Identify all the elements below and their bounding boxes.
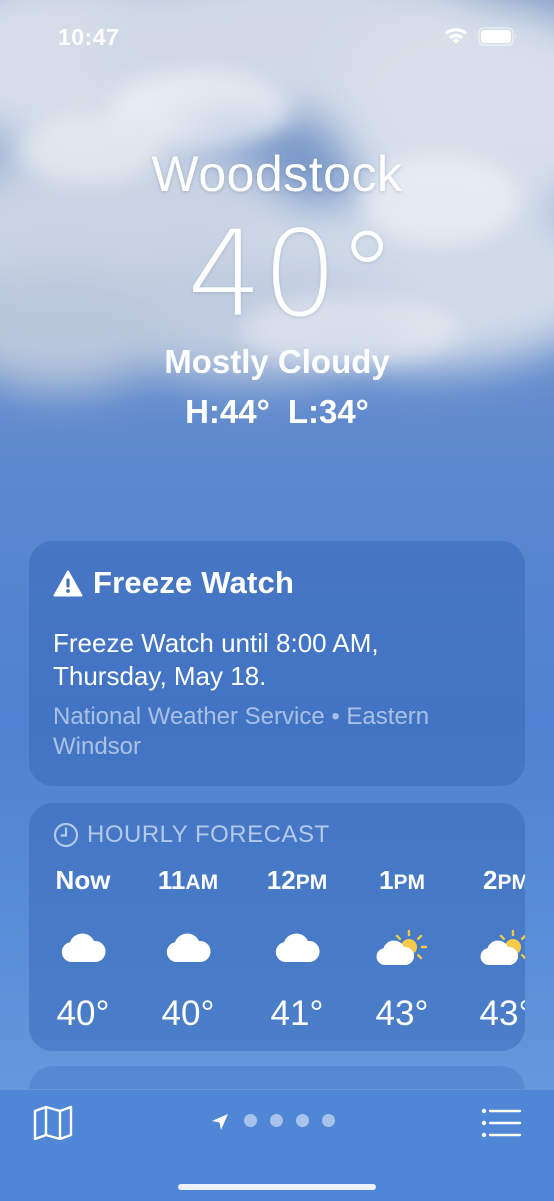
list-icon[interactable] <box>480 1104 522 1142</box>
current-weather: Woodstock 40° Mostly Cloudy H:44° L:34° <box>0 140 554 434</box>
hourly-forecast-title: HOURLY FORECAST <box>87 821 330 848</box>
clock-icon <box>53 822 79 848</box>
hour-item: Now 40° <box>29 863 138 1036</box>
cloud-icon <box>61 933 106 962</box>
hour-item: 2PM 43° <box>451 863 525 1036</box>
hour-item: 1PM 43° <box>347 863 457 1036</box>
page-indicator[interactable] <box>244 1114 335 1127</box>
low-temp: L:34° <box>287 393 369 430</box>
alert-source: National Weather Service • Eastern Winds… <box>53 703 430 760</box>
high-low-temps: H:44° L:34° <box>0 390 554 434</box>
hourly-forecast-card[interactable]: HOURLY FORECAST Now 40° 11AM 40° 12PM 41… <box>29 803 525 1051</box>
map-icon[interactable] <box>32 1104 74 1142</box>
hour-temperature: 41° <box>270 994 324 1033</box>
high-temp: H:44° <box>185 393 270 430</box>
hour-label: 2PM <box>483 865 525 895</box>
hour-temperature: 43° <box>479 994 525 1033</box>
weather-condition: Mostly Cloudy <box>164 343 390 380</box>
wifi-icon <box>444 28 468 44</box>
location-arrow-icon[interactable] <box>210 1112 230 1132</box>
page-dot[interactable] <box>244 1114 257 1127</box>
hour-temperature: 40° <box>161 994 215 1033</box>
alert-description: Freeze Watch until 8:00 AM, Thursday, Ma… <box>53 628 379 691</box>
alert-title-row: Freeze Watch <box>53 565 294 601</box>
hour-label: 12PM <box>266 865 328 895</box>
cloud-icon <box>166 933 211 962</box>
severe-weather-alert-card[interactable]: Freeze Watch Freeze Watch until 8:00 AM,… <box>29 541 525 786</box>
alert-title: Freeze Watch <box>93 565 295 600</box>
city-name: Woodstock <box>151 146 403 202</box>
page-dot[interactable] <box>296 1114 309 1127</box>
warning-triangle-icon <box>53 570 83 596</box>
hour-temperature: 40° <box>56 994 110 1033</box>
hourly-forecast-header: HOURLY FORECAST <box>53 821 330 849</box>
cloud-icon <box>275 933 320 962</box>
partly-sunny-icon <box>376 929 428 965</box>
partly-sunny-icon <box>480 929 525 965</box>
hour-temperature: 43° <box>375 994 429 1033</box>
status-bar: 10:47 <box>0 0 554 70</box>
status-time: 10:47 <box>58 24 120 50</box>
hour-item: 11AM 40° <box>133 863 243 1036</box>
page-dot[interactable] <box>270 1114 283 1127</box>
battery-full-icon <box>478 27 517 46</box>
hour-label: 1PM <box>379 865 425 895</box>
bottom-toolbar <box>0 1089 554 1201</box>
home-indicator[interactable] <box>178 1184 376 1190</box>
hour-item: 12PM 41° <box>242 863 352 1036</box>
hour-label: Now <box>55 865 111 895</box>
hour-label: 11AM <box>157 865 219 895</box>
current-temperature: 40° <box>187 205 397 343</box>
page-dot[interactable] <box>322 1114 335 1127</box>
